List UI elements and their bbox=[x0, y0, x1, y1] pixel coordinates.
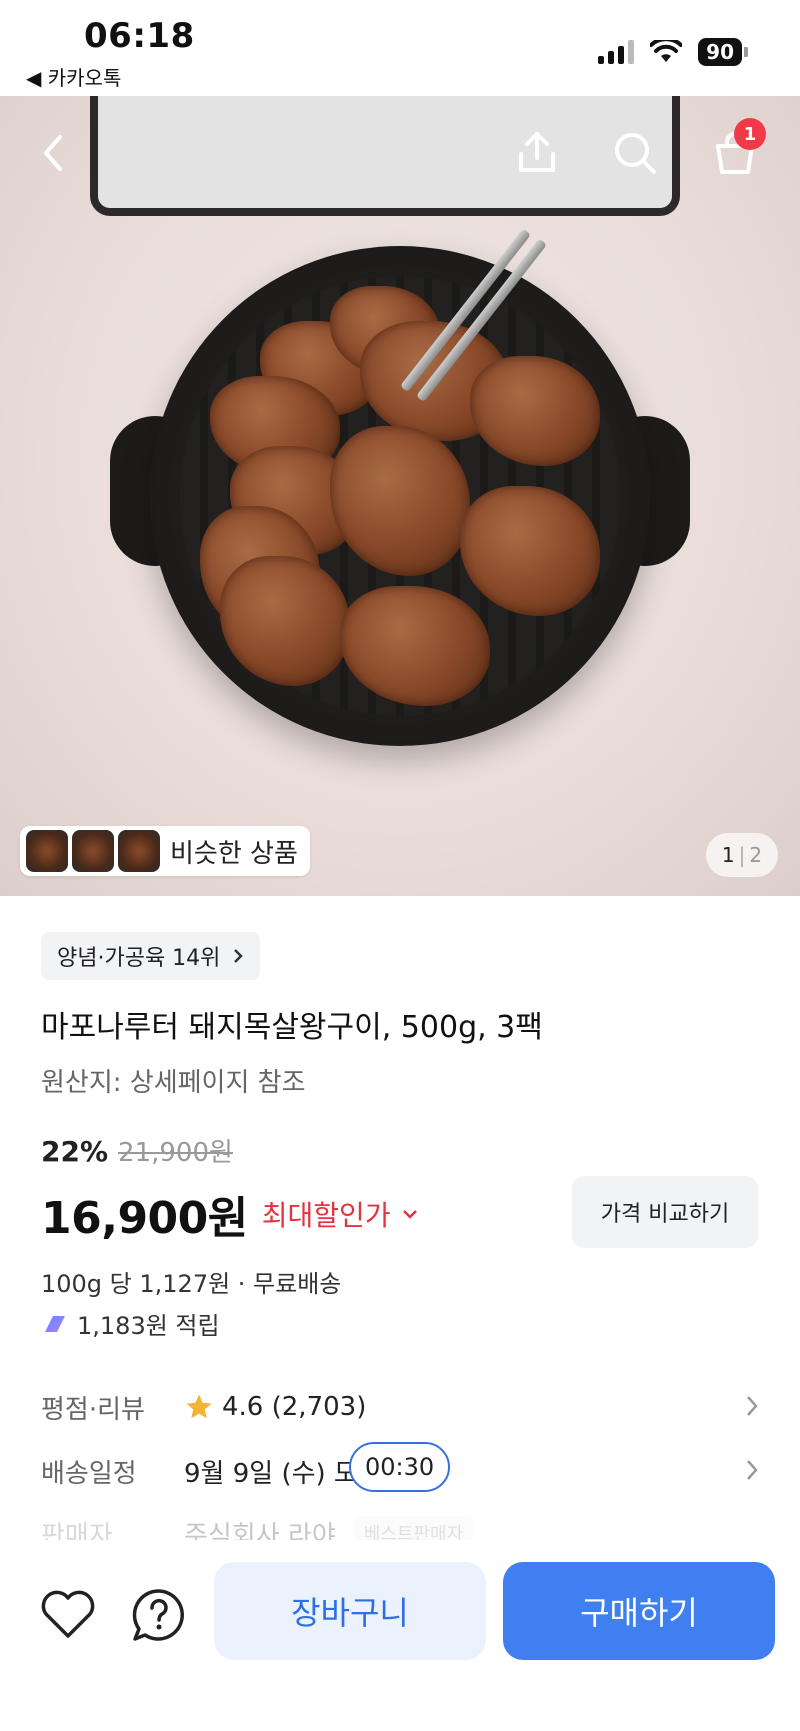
product-title: 마포나루터 돼지목살왕구이, 500g, 3팩 bbox=[41, 1010, 543, 1045]
status-icons: 90 bbox=[598, 38, 748, 66]
price-row: 16,900원 최대할인가 bbox=[41, 1182, 419, 1246]
pager-current: 1 bbox=[721, 843, 735, 867]
cart-count-badge: 1 bbox=[734, 118, 766, 150]
delivery-time-chip: 00:30 bbox=[349, 1442, 451, 1492]
product-image-gallery[interactable]: 1 비슷한 상품 1 | 2 bbox=[0, 96, 800, 896]
delivery-schedule-row[interactable]: 배송일정 9월 9일 (수) 도 00:30 bbox=[41, 1442, 759, 1496]
unit-price-shipping: 100g 당 1,127원 · 무료배송 bbox=[41, 1270, 342, 1298]
cart-button[interactable]: 1 bbox=[700, 118, 770, 188]
best-price-dropdown[interactable]: 최대할인가 bbox=[262, 1194, 419, 1234]
points-icon bbox=[45, 1315, 65, 1332]
question-bubble-icon bbox=[132, 1589, 184, 1641]
search-icon bbox=[615, 133, 656, 174]
back-to-app-link[interactable]: ◀ 카카오톡 bbox=[26, 62, 121, 91]
cellular-signal-icon bbox=[598, 40, 635, 64]
wishlist-button[interactable] bbox=[33, 1580, 103, 1650]
search-button[interactable] bbox=[600, 118, 670, 188]
battery-icon: 90 bbox=[698, 38, 748, 66]
similar-products-label: 비슷한 상품 bbox=[170, 838, 298, 869]
rating-value-wrap: 4.6 (2,703) bbox=[184, 1392, 366, 1422]
bottom-action-bar: 장바구니 구매하기 bbox=[0, 1540, 800, 1731]
rating-value: 4.6 (2,703) bbox=[222, 1392, 367, 1422]
chevron-right-icon bbox=[747, 1396, 758, 1416]
back-arrow-icon bbox=[44, 135, 62, 171]
add-to-cart-button[interactable]: 장바구니 bbox=[214, 1562, 486, 1660]
status-time: 06:18 bbox=[84, 16, 195, 56]
back-button[interactable] bbox=[18, 118, 88, 188]
similar-thumbnail bbox=[72, 830, 114, 872]
points-row: 1,183원 적립 bbox=[41, 1306, 220, 1341]
chevron-down-icon bbox=[402, 1210, 417, 1219]
chevron-right-icon bbox=[747, 1460, 758, 1480]
compare-price-button[interactable]: 가격 비교하기 bbox=[572, 1176, 758, 1248]
best-price-label: 최대할인가 bbox=[261, 1199, 391, 1232]
buy-now-button[interactable]: 구매하기 bbox=[503, 1562, 775, 1660]
original-price: 21,900원 bbox=[118, 1138, 233, 1168]
category-rank-chip[interactable]: 양념·가공육 14위 bbox=[41, 932, 261, 980]
sale-price: 16,900원 bbox=[41, 1193, 248, 1244]
share-button[interactable] bbox=[502, 118, 572, 188]
pager-separator: | bbox=[738, 843, 746, 867]
chevron-right-icon bbox=[234, 949, 244, 963]
discount-row: 22% 21,900원 bbox=[41, 1132, 233, 1169]
image-pager: 1 | 2 bbox=[706, 833, 778, 877]
wifi-icon bbox=[650, 40, 683, 62]
share-icon bbox=[519, 132, 555, 172]
discount-rate: 22% bbox=[41, 1135, 109, 1168]
product-header: 1 bbox=[0, 118, 800, 198]
delivery-value: 9월 9일 (수) 도 bbox=[184, 1458, 358, 1489]
product-origin: 원산지: 상세페이지 참조 bbox=[41, 1068, 306, 1098]
status-bar: 06:18 ◀ 카카오톡 90 bbox=[0, 0, 800, 96]
similar-thumbnail bbox=[118, 830, 160, 872]
star-icon bbox=[186, 1394, 212, 1419]
delivery-label: 배송일정 bbox=[41, 1458, 137, 1489]
heart-icon bbox=[41, 1590, 95, 1638]
similar-thumbnail bbox=[26, 830, 68, 872]
pager-total: 2 bbox=[749, 843, 763, 867]
inquiry-button[interactable] bbox=[124, 1580, 194, 1650]
points-text: 1,183원 적립 bbox=[77, 1312, 220, 1340]
rank-chip-label: 양념·가공육 14위 bbox=[57, 946, 221, 971]
rating-review-row[interactable]: 평점·리뷰 4.6 (2,703) bbox=[41, 1382, 759, 1432]
similar-products-button[interactable]: 비슷한 상품 bbox=[20, 826, 310, 876]
rating-label: 평점·리뷰 bbox=[41, 1394, 145, 1425]
battery-level: 90 bbox=[698, 38, 742, 66]
